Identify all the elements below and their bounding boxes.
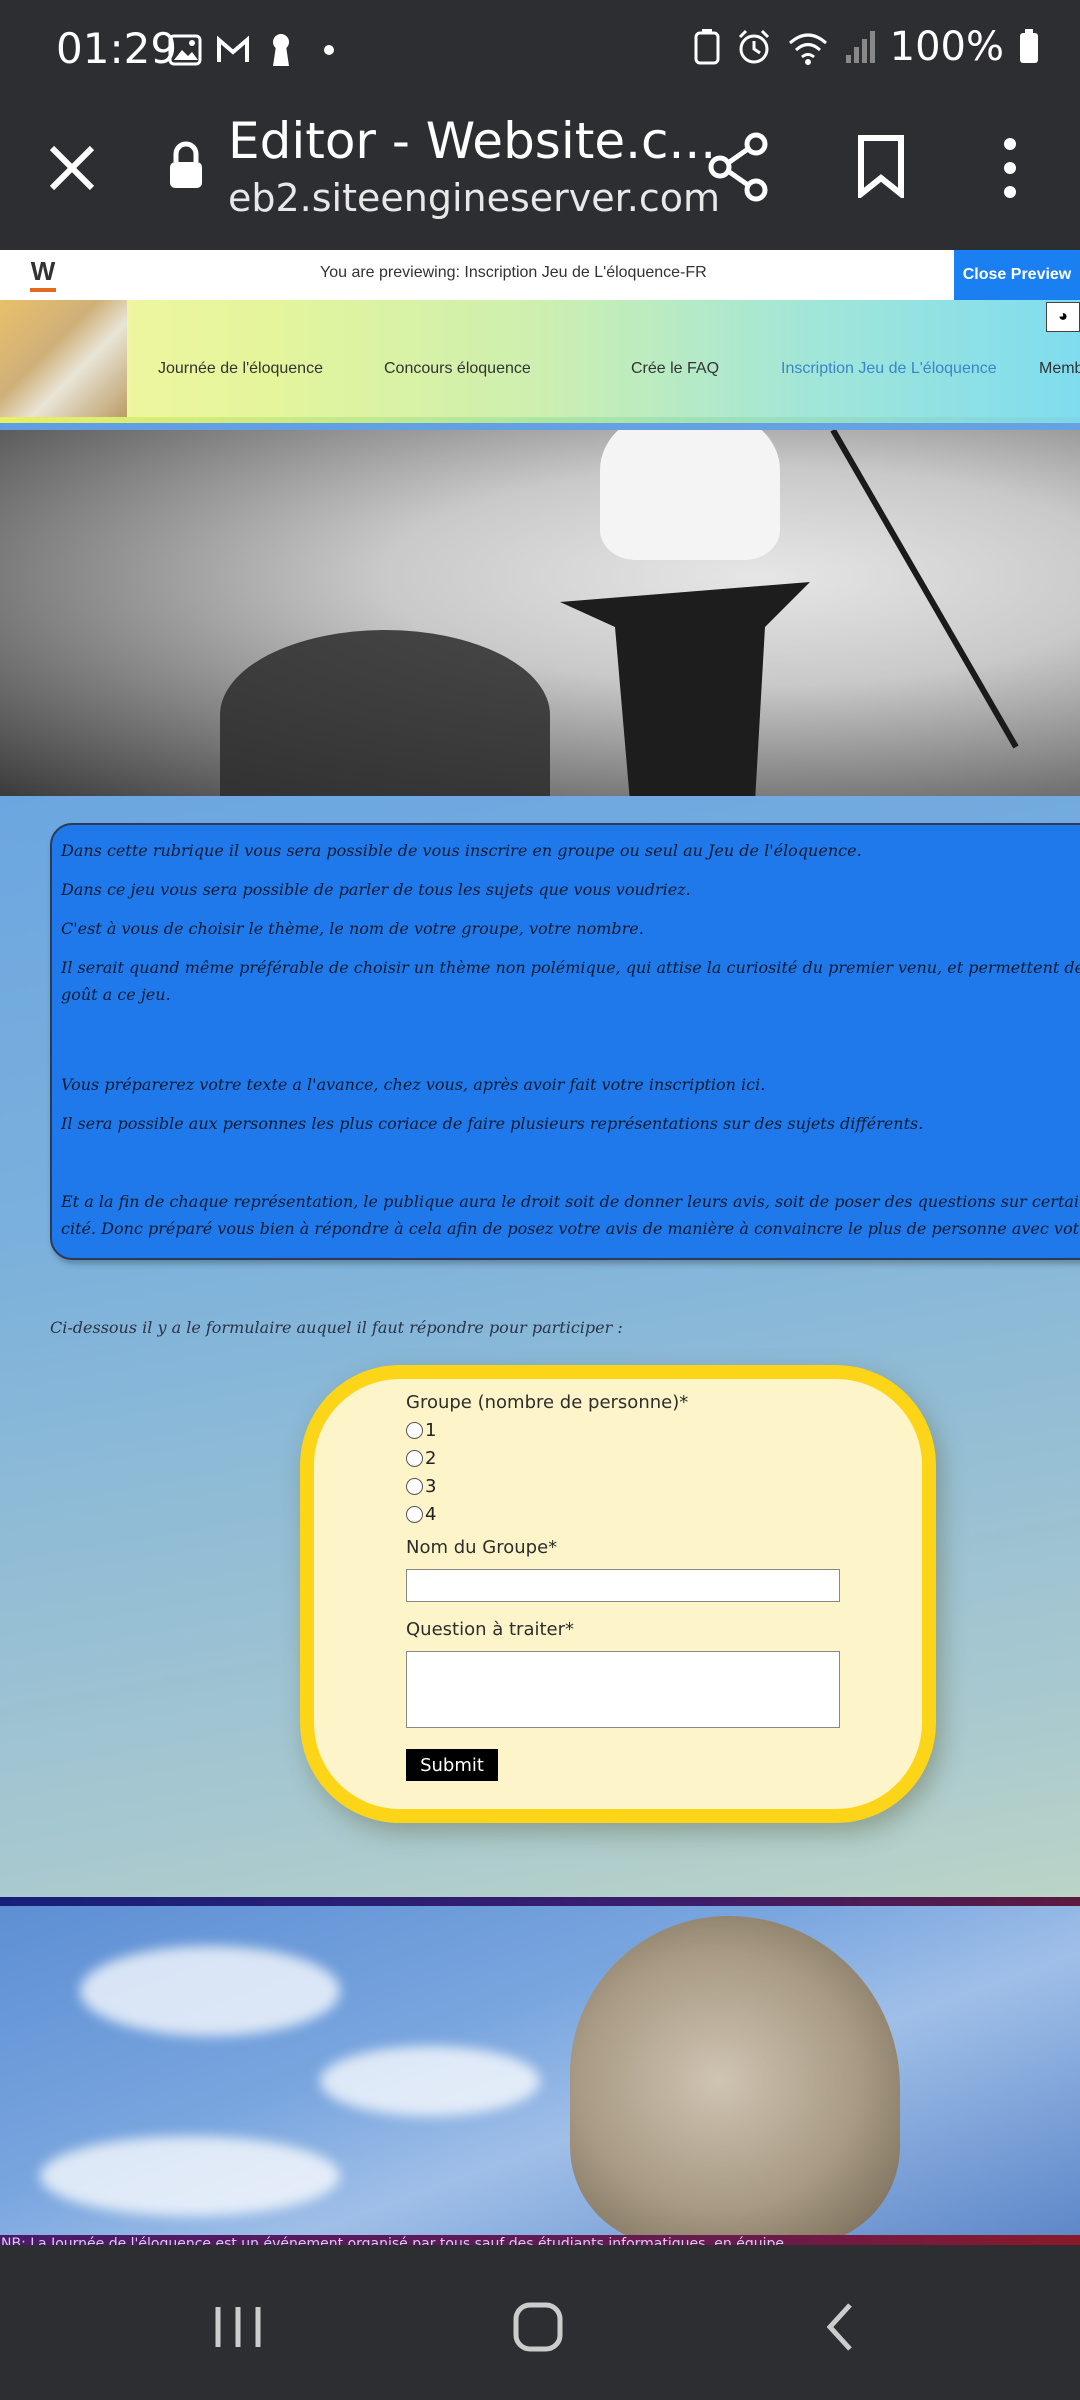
group-name-label: Nom du Groupe*	[406, 1537, 558, 1558]
group-name-input[interactable]	[406, 1569, 840, 1602]
cloud	[80, 1946, 340, 2036]
hero-speaker	[600, 430, 780, 560]
group-size-option-2[interactable]: 2	[406, 1448, 436, 1469]
gmail-icon	[217, 35, 249, 62]
radio-button[interactable]	[406, 1422, 423, 1439]
info-paragraph: cité. Donc préparé vous bien à répondre …	[61, 1219, 1080, 1238]
home-icon[interactable]	[510, 2295, 566, 2359]
nav-logo-image[interactable]	[0, 300, 127, 420]
more-options-icon[interactable]	[998, 136, 1022, 200]
group-size-option-3[interactable]: 3	[406, 1476, 436, 1497]
nav-item-concours[interactable]: Concours éloquence	[384, 360, 531, 378]
close-icon[interactable]	[42, 138, 102, 198]
alarm-icon	[738, 29, 769, 64]
clock: 01:29	[56, 24, 178, 73]
footer-note: NB: La Journée de l'éloquence est un évé…	[0, 2235, 1080, 2245]
footer-image	[0, 1906, 1080, 2245]
recent-apps-icon[interactable]	[210, 2295, 266, 2359]
wifi-icon	[788, 33, 827, 65]
info-paragraph: Vous préparerez votre texte a l'avance, …	[61, 1075, 766, 1094]
question-label: Question à traiter*	[406, 1619, 575, 1640]
url-text[interactable]: eb2.siteengineserver.com	[228, 176, 720, 220]
browser-toolbar: Editor - Website.c... eb2.siteengineserv…	[0, 100, 1080, 250]
question-textarea[interactable]	[406, 1651, 840, 1728]
preview-message: You are previewing: Inscription Jeu de L…	[320, 264, 707, 281]
preview-bar: W You are previewing: Inscription Jeu de…	[0, 250, 1080, 300]
bookmark-icon[interactable]	[856, 134, 906, 198]
share-icon[interactable]	[706, 132, 770, 202]
back-icon[interactable]	[820, 2295, 860, 2359]
submit-button[interactable]: Submit	[406, 1749, 498, 1781]
status-bar: 01:29 100%	[0, 0, 1080, 100]
footer-divider	[0, 1897, 1080, 1906]
web-page: W You are previewing: Inscription Jeu de…	[0, 250, 1080, 2245]
nav-item-faq[interactable]: Crée le FAQ	[631, 360, 719, 378]
group-size-label: Groupe (nombre de personne)*	[406, 1392, 689, 1413]
hero-mic-stand	[830, 430, 1019, 749]
close-preview-button[interactable]: Close Preview	[954, 250, 1080, 300]
nav-divider	[0, 417, 1080, 423]
notification-icons	[168, 30, 346, 70]
statue-head	[570, 1916, 900, 2245]
info-paragraph: Dans ce jeu vous sera possible de parler…	[61, 880, 691, 899]
info-box: Dans cette rubrique il vous sera possibl…	[50, 823, 1080, 1260]
hero-shadow	[220, 630, 550, 796]
page-title: Editor - Website.c...	[228, 112, 717, 170]
battery-percent: 100%	[889, 24, 1004, 70]
info-paragraph: goût a ce jeu.	[61, 985, 171, 1004]
cloud	[40, 2136, 340, 2216]
radio-label: 4	[425, 1504, 437, 1525]
system-icons: 100%	[692, 24, 1040, 70]
nav-item-membres[interactable]: Memb	[1039, 360, 1080, 378]
radio-button[interactable]	[406, 1450, 423, 1467]
language-globe-icon[interactable]: ◕	[1046, 302, 1080, 332]
battery-icon	[1020, 29, 1038, 63]
radio-label: 1	[425, 1420, 437, 1441]
group-size-option-1[interactable]: 1	[406, 1420, 436, 1441]
info-paragraph: Il sera possible aux personnes les plus …	[61, 1114, 924, 1133]
radio-label: 2	[425, 1448, 437, 1469]
system-navigation-bar	[0, 2255, 1080, 2400]
radio-button[interactable]	[406, 1506, 423, 1523]
battery-saver-icon	[694, 29, 720, 65]
info-paragraph: C'est à vous de choisir le thème, le nom…	[61, 919, 644, 938]
nav-item-inscription[interactable]: Inscription Jeu de L'éloquence	[781, 360, 997, 378]
radio-button[interactable]	[406, 1478, 423, 1495]
site-navigation: Journée de l'éloquence Concours éloquenc…	[0, 300, 1080, 423]
radio-label: 3	[425, 1476, 437, 1497]
lock-icon	[170, 141, 202, 188]
registration-form: Groupe (nombre de personne)* 1 2 3 4 Nom…	[300, 1365, 936, 1823]
info-paragraph: Et a la fin de chaque représentation, le…	[61, 1192, 1080, 1211]
info-paragraph: Dans cette rubrique il vous sera possibl…	[61, 841, 862, 860]
website-logo: W	[26, 256, 60, 294]
group-size-option-4[interactable]: 4	[406, 1504, 436, 1525]
info-paragraph: Il serait quand même préférable de chois…	[61, 958, 1080, 977]
form-intro-text: Ci-dessous il y a le formulaire auquel i…	[50, 1318, 623, 1337]
dot-icon	[324, 45, 334, 55]
nav-item-journee[interactable]: Journée de l'éloquence	[158, 360, 323, 378]
keyhole-icon	[273, 34, 289, 66]
hero-image	[0, 430, 1080, 796]
hero-podium	[560, 582, 810, 796]
cloud	[320, 2046, 540, 2116]
gallery-icon	[168, 34, 202, 66]
signal-icon	[845, 31, 875, 63]
